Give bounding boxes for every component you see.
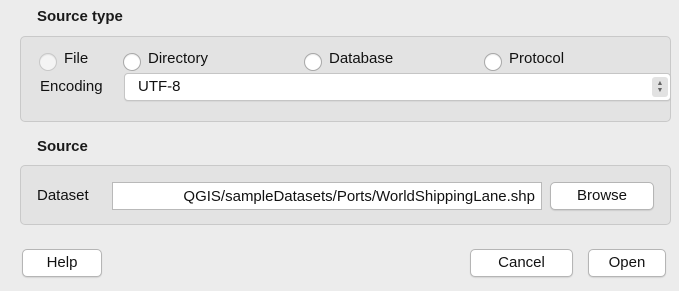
encoding-value: UTF-8 — [138, 78, 181, 95]
radio-directory[interactable]: Directory — [123, 49, 209, 71]
radio-database[interactable]: Database — [304, 49, 394, 71]
source-group: Dataset QGIS/sampleDatasets/Ports/WorldS… — [20, 165, 671, 225]
open-button[interactable]: Open — [588, 249, 666, 277]
up-down-arrows-icon[interactable]: ▲ ▼ — [652, 77, 668, 97]
radio-protocol-label: Protocol — [509, 49, 565, 67]
encoding-select[interactable]: UTF-8 ▲ ▼ — [124, 73, 671, 101]
source-type-group: File Directory Database Protocol Encodin… — [20, 36, 671, 122]
radio-file-label: File — [64, 49, 89, 67]
radio-protocol-button[interactable] — [484, 53, 502, 71]
radio-file[interactable]: File — [39, 49, 89, 71]
dataset-label: Dataset — [37, 187, 89, 204]
radio-file-button[interactable] — [39, 53, 57, 71]
browse-button[interactable]: Browse — [550, 182, 654, 210]
source-title: Source — [37, 138, 88, 155]
cancel-button[interactable]: Cancel — [470, 249, 573, 277]
radio-directory-label: Directory — [148, 49, 209, 67]
dataset-path-text: QGIS/sampleDatasets/Ports/WorldShippingL… — [183, 188, 535, 205]
dataset-path-input[interactable]: QGIS/sampleDatasets/Ports/WorldShippingL… — [112, 182, 542, 210]
radio-database-label: Database — [329, 49, 394, 67]
encoding-label: Encoding — [40, 78, 103, 95]
source-type-title: Source type — [37, 8, 123, 25]
radio-protocol[interactable]: Protocol — [484, 49, 565, 71]
help-button[interactable]: Help — [22, 249, 102, 277]
radio-directory-button[interactable] — [123, 53, 141, 71]
radio-database-button[interactable] — [304, 53, 322, 71]
